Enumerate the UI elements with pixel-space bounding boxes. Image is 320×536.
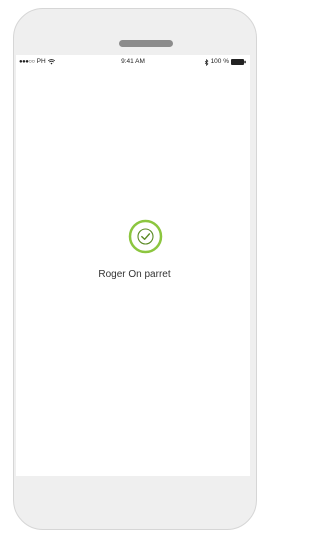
status-bar: ●●●○○ PH 9:41 AM 100 % — [16, 55, 250, 69]
bluetooth-icon — [204, 58, 209, 66]
status-bar-right: 100 % — [204, 55, 246, 69]
phone-speaker — [119, 40, 173, 47]
battery-percent: 100 % — [210, 58, 229, 65]
status-message: Roger On parret — [98, 269, 171, 280]
success-check-icon — [128, 219, 163, 254]
battery-icon — [231, 59, 246, 65]
phone-screen: ●●●○○ PH 9:41 AM 100 % — [16, 55, 250, 476]
